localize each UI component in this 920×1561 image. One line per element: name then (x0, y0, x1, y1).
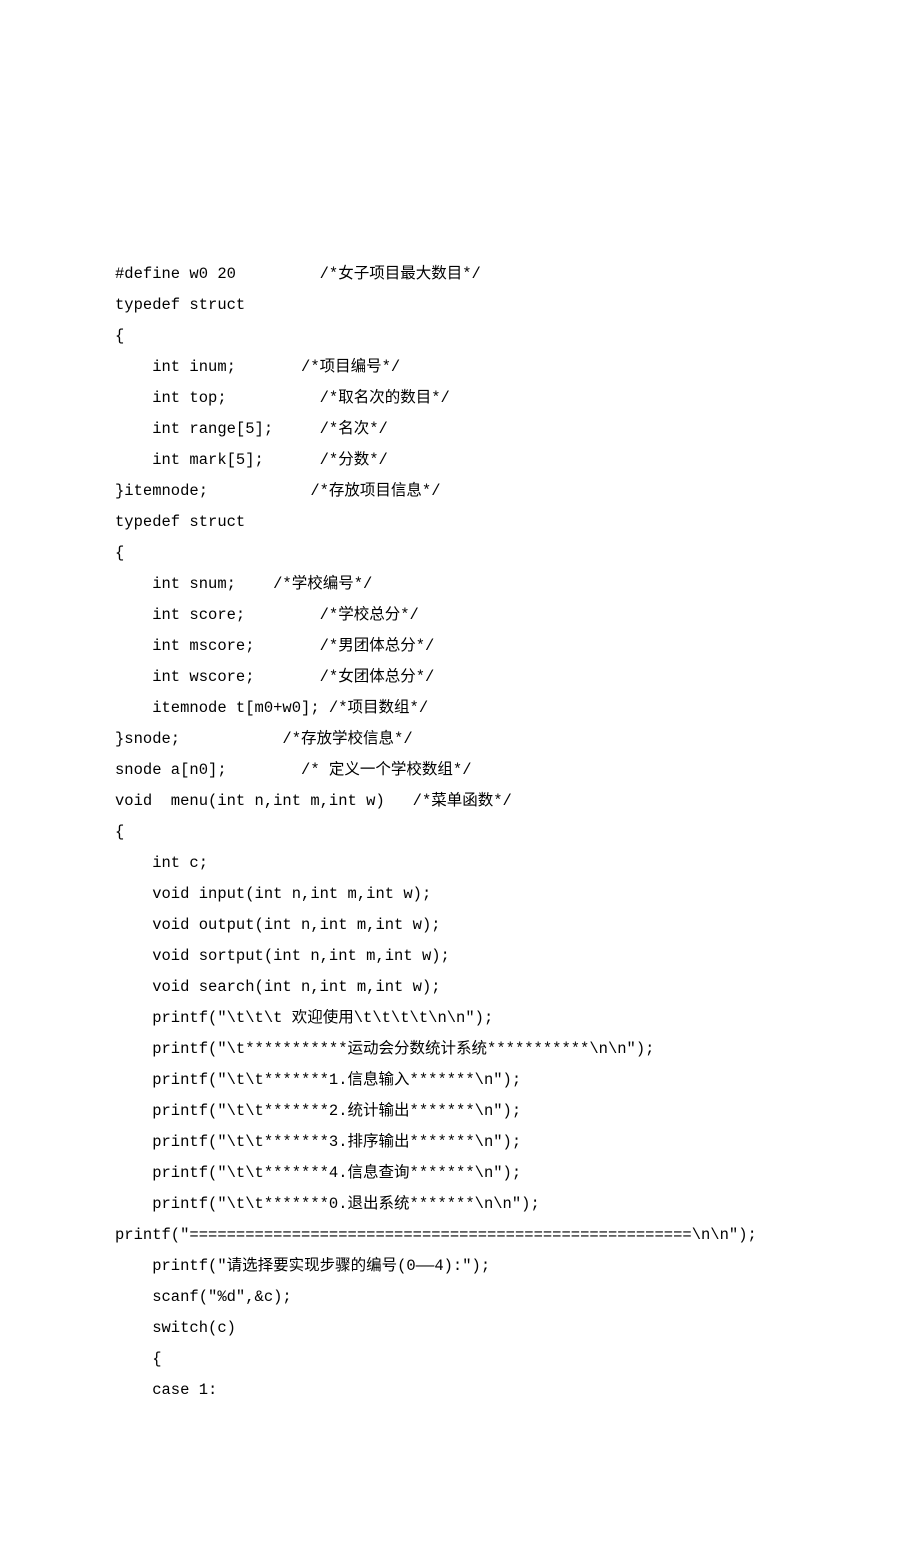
code-line: { (115, 1344, 805, 1375)
code-line: }itemnode; /*存放项目信息*/ (115, 476, 805, 507)
code-line: printf("\t\t*******4.信息查询*******\n"); (115, 1158, 805, 1189)
code-line: int range[5]; /*名次*/ (115, 414, 805, 445)
code-line: void search(int n,int m,int w); (115, 972, 805, 1003)
code-line: int wscore; /*女团体总分*/ (115, 662, 805, 693)
code-line: void sortput(int n,int m,int w); (115, 941, 805, 972)
code-block: #define w0 20 /*女子项目最大数目*/typedef struct… (115, 259, 805, 1406)
code-line: printf("================================… (115, 1220, 805, 1251)
code-line: typedef struct (115, 290, 805, 321)
code-line: int mscore; /*男团体总分*/ (115, 631, 805, 662)
code-line: printf("\t\t*******0.退出系统*******\n\n"); (115, 1189, 805, 1220)
code-line: int top; /*取名次的数目*/ (115, 383, 805, 414)
code-line: printf("\t\t*******3.排序输出*******\n"); (115, 1127, 805, 1158)
code-line: { (115, 321, 805, 352)
code-line: #define w0 20 /*女子项目最大数目*/ (115, 259, 805, 290)
code-line: itemnode t[m0+w0]; /*项目数组*/ (115, 693, 805, 724)
code-line: typedef struct (115, 507, 805, 538)
code-line: void menu(int n,int m,int w) /*菜单函数*/ (115, 786, 805, 817)
code-line: scanf("%d",&c); (115, 1282, 805, 1313)
code-line: }snode; /*存放学校信息*/ (115, 724, 805, 755)
code-line: { (115, 538, 805, 569)
code-line: void output(int n,int m,int w); (115, 910, 805, 941)
code-line: printf("\t***********运动会分数统计系统**********… (115, 1034, 805, 1065)
code-line: snode a[n0]; /* 定义一个学校数组*/ (115, 755, 805, 786)
code-line: { (115, 817, 805, 848)
code-line: int score; /*学校总分*/ (115, 600, 805, 631)
code-line: int snum; /*学校编号*/ (115, 569, 805, 600)
code-line: printf("\t\t\t 欢迎使用\t\t\t\t\n\n"); (115, 1003, 805, 1034)
code-line: printf("\t\t*******1.信息输入*******\n"); (115, 1065, 805, 1096)
code-line: case 1: (115, 1375, 805, 1406)
code-line: switch(c) (115, 1313, 805, 1344)
code-line: printf("请选择要实现步骤的编号(0——4):"); (115, 1251, 805, 1282)
code-line: int c; (115, 848, 805, 879)
code-line: int inum; /*项目编号*/ (115, 352, 805, 383)
code-line: void input(int n,int m,int w); (115, 879, 805, 910)
code-line: int mark[5]; /*分数*/ (115, 445, 805, 476)
code-line: printf("\t\t*******2.统计输出*******\n"); (115, 1096, 805, 1127)
